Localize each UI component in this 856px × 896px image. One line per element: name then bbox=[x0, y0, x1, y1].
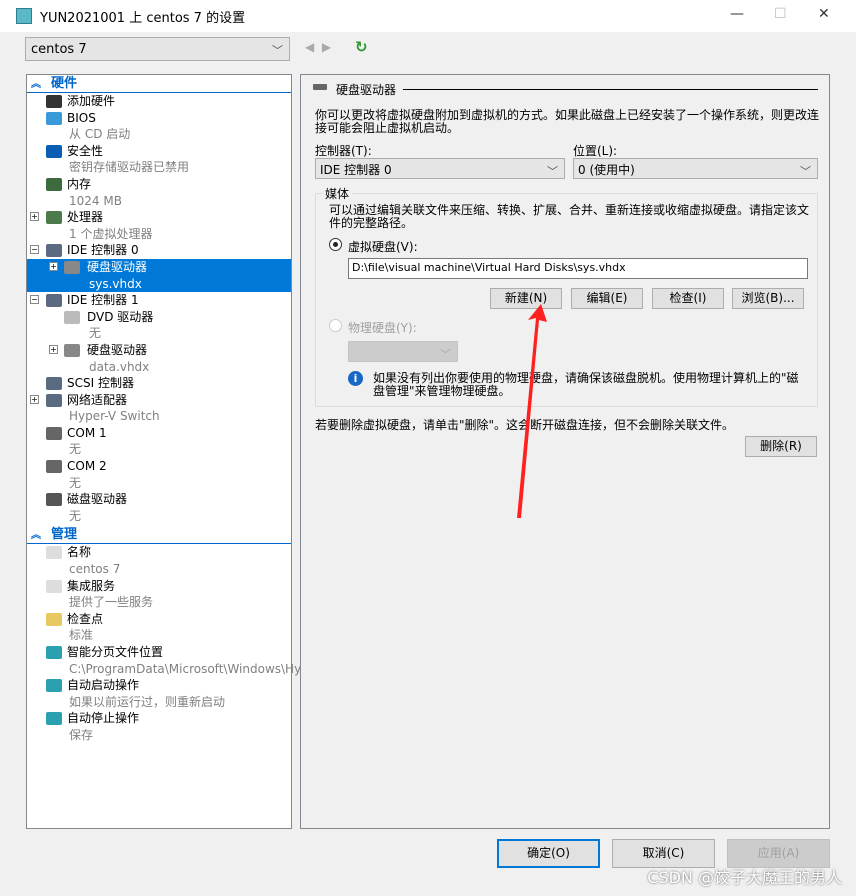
ok-button[interactable]: 确定(O) bbox=[497, 839, 600, 868]
watermark: CSDN @饺子大魔王的男人 bbox=[647, 868, 842, 887]
annotation-arrow bbox=[517, 304, 547, 518]
arrow-shape bbox=[517, 304, 547, 518]
